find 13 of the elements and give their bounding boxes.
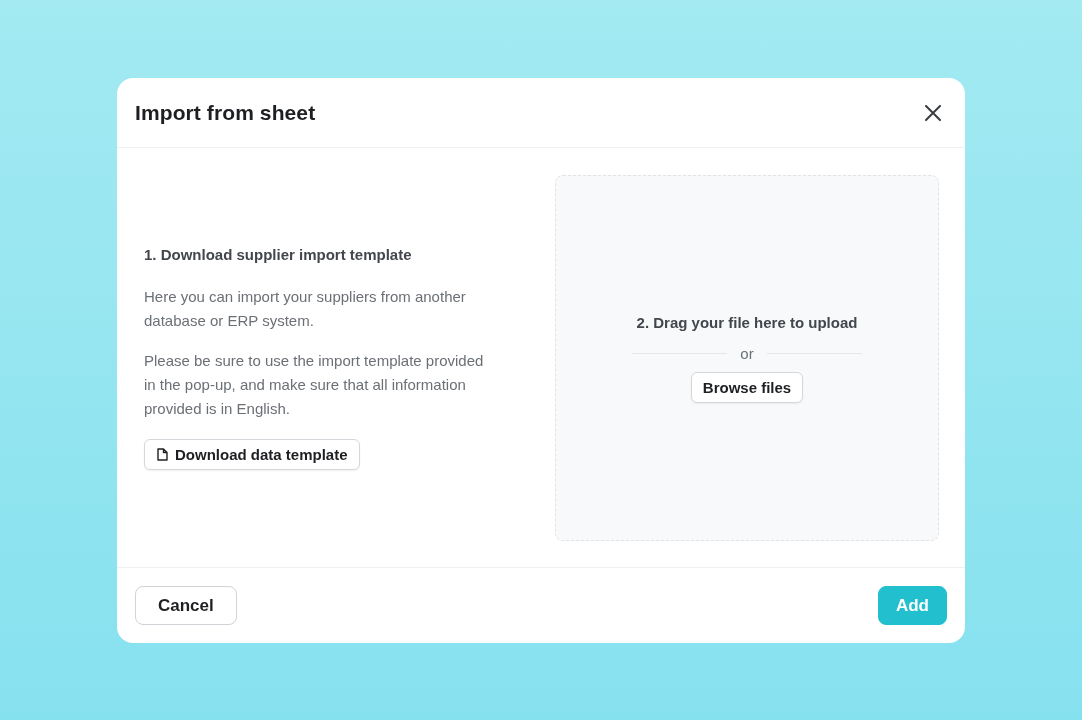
close-button[interactable] <box>924 103 942 122</box>
download-template-button[interactable]: Download data template <box>144 439 360 470</box>
file-drop-zone[interactable]: 2. Drag your file here to upload or Browse files <box>555 175 939 541</box>
step-heading: 1. Download supplier import template <box>144 246 413 263</box>
dialog-title: Import from sheet <box>135 100 316 125</box>
separator-text: or <box>740 344 754 362</box>
close-icon <box>925 104 941 121</box>
instruction-text: Please be sure to use the import template provided in the pop-up, and make sure that all information provided is in English. <box>144 351 485 419</box>
drop-heading: 2. Drag your file here to upload <box>636 313 858 331</box>
instruction-text: Here you can import your suppliers from another database or ERP system. <box>144 287 467 331</box>
cancel-button[interactable]: Cancel <box>135 586 237 625</box>
browse-files-button[interactable]: Browse files <box>690 371 804 403</box>
file-icon <box>157 448 168 461</box>
